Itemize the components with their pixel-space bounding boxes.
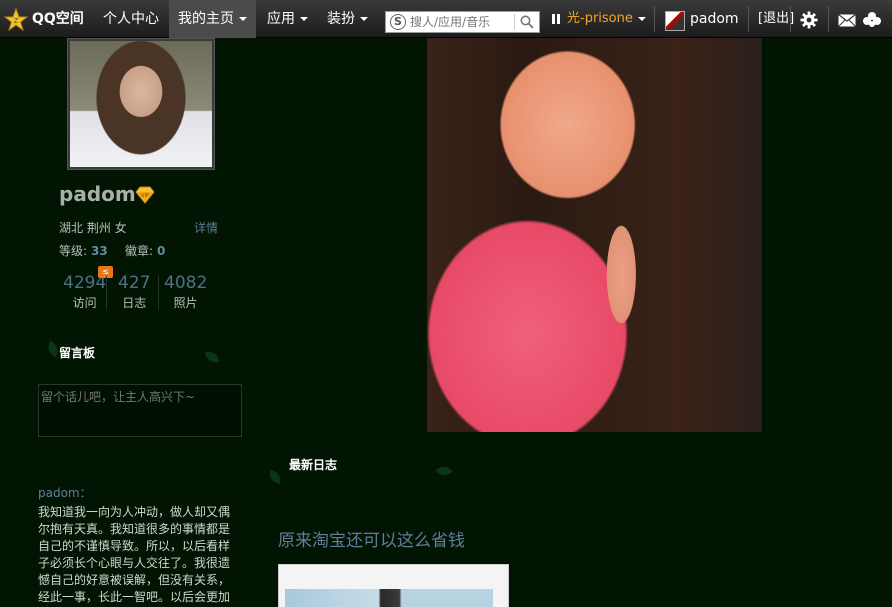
profile-location: 湖北 荆州 女 bbox=[59, 221, 127, 235]
leaf-decoration bbox=[266, 469, 284, 485]
note-author-link[interactable]: padom： bbox=[38, 484, 92, 501]
pause-icon[interactable] bbox=[551, 13, 561, 24]
top-navigation-bar: Z QQ空间 个人中心 我的主页 应用 装扮 S 光-prisone padom… bbox=[0, 0, 892, 38]
profile-avatar[interactable] bbox=[67, 38, 215, 170]
featured-photo[interactable] bbox=[427, 38, 762, 432]
svg-text:Z: Z bbox=[14, 17, 19, 25]
brand-link[interactable]: QQ空间 bbox=[32, 0, 84, 38]
profile-level: 等级: 33 bbox=[59, 244, 108, 258]
nav-apps[interactable]: 应用 bbox=[258, 0, 317, 38]
profile-name[interactable]: padom bbox=[59, 182, 136, 206]
svg-text:VIP: VIP bbox=[141, 193, 149, 199]
chevron-down-icon bbox=[300, 17, 308, 21]
stat-photos[interactable]: 4082 照片 bbox=[164, 273, 207, 311]
stat-blogs[interactable]: 427 日志 bbox=[118, 273, 150, 311]
nav-personal-center[interactable]: 个人中心 bbox=[96, 0, 166, 38]
leaf-decoration bbox=[435, 463, 453, 479]
mail-icon[interactable] bbox=[838, 14, 856, 27]
badge-value[interactable]: 0 bbox=[157, 244, 165, 258]
blog-post-title-link[interactable]: 原来淘宝还可以这么省钱 bbox=[278, 526, 465, 551]
logout-link[interactable]: [退出] bbox=[758, 0, 794, 38]
divider bbox=[158, 276, 159, 310]
blog-post-thumbnail[interactable] bbox=[278, 564, 509, 607]
profile-photo bbox=[70, 41, 212, 167]
chevron-down-icon bbox=[239, 17, 247, 21]
clover-icon[interactable] bbox=[862, 11, 882, 29]
yellow-diamond-vip-icon[interactable]: VIP bbox=[134, 186, 156, 204]
search-divider bbox=[514, 14, 515, 30]
note-text: 我知道我一向为人冲动，做人却又偶尔抱有天真。我知道很多的事情都是自己的不谨慎导致… bbox=[38, 505, 231, 604]
search-input[interactable] bbox=[410, 13, 514, 31]
divider bbox=[654, 6, 655, 32]
profile-badges: 徽章: 0 bbox=[125, 244, 166, 258]
search-box: S bbox=[385, 11, 540, 33]
chevron-down-icon bbox=[360, 17, 368, 21]
soso-search-icon: S bbox=[390, 14, 406, 30]
nav-my-homepage[interactable]: 我的主页 bbox=[169, 0, 256, 38]
username-link[interactable]: padom bbox=[690, 0, 739, 38]
guestbook-title: 留言板 bbox=[59, 346, 96, 360]
level-value[interactable]: 33 bbox=[91, 244, 108, 258]
chevron-down-icon bbox=[637, 16, 646, 21]
divider bbox=[828, 6, 829, 32]
stat-visits[interactable]: 4294 访问 bbox=[63, 273, 106, 311]
music-player[interactable]: 光-prisone bbox=[551, 0, 646, 38]
guestbook-input[interactable] bbox=[38, 384, 242, 437]
nav-decorate[interactable]: 装扮 bbox=[318, 0, 377, 38]
profile-detail-link[interactable]: 详情 bbox=[194, 219, 218, 236]
user-avatar[interactable] bbox=[665, 11, 685, 31]
qzone-star-icon[interactable]: Z bbox=[4, 8, 28, 32]
thumbnail-image bbox=[285, 589, 493, 607]
music-title: 光-prisone bbox=[567, 11, 633, 26]
settings-gear-icon[interactable] bbox=[800, 11, 818, 29]
search-icon[interactable] bbox=[520, 15, 534, 29]
leaf-decoration bbox=[205, 352, 219, 362]
divider bbox=[748, 6, 749, 32]
divider bbox=[106, 276, 107, 310]
divider bbox=[790, 6, 791, 32]
latest-blog-title: 最新日志 bbox=[289, 458, 338, 472]
